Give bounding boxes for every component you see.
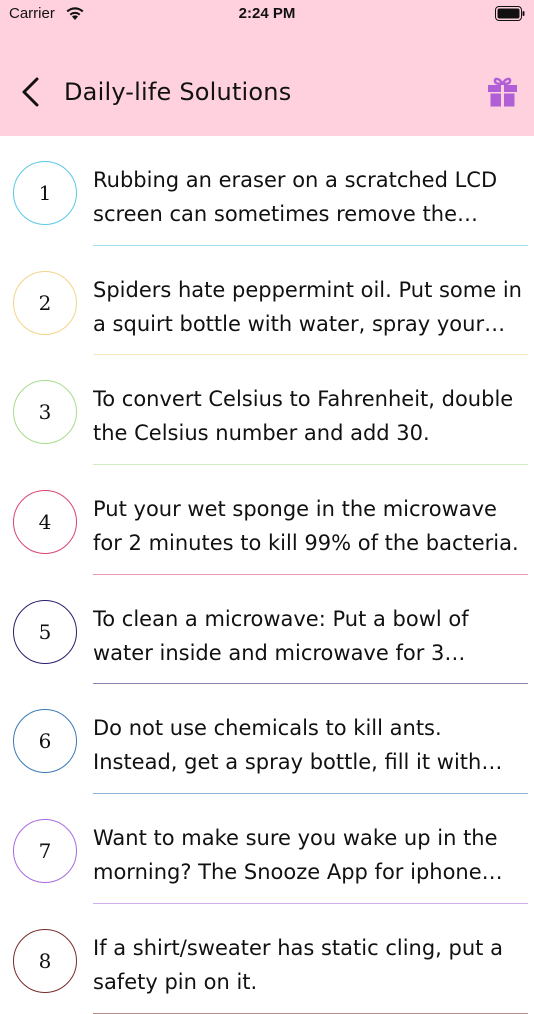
item-number-badge: 4 xyxy=(13,490,77,555)
status-bar: Carrier 2:24 PM xyxy=(0,0,534,30)
item-text: Do not use chemicals to kill ants. Inste… xyxy=(93,716,482,775)
item-text: Spiders hate peppermint oil. Put some in… xyxy=(93,277,522,336)
list-item[interactable]: 3 To convert Celsius to Fahrenheit, doub… xyxy=(0,355,534,466)
item-text: Want to make sure you wake up in the mor… xyxy=(93,826,498,885)
item-number-badge: 1 xyxy=(13,161,77,225)
item-number-badge: 5 xyxy=(13,599,77,664)
list-item[interactable]: 8 If a shirt/sweater has static cling, p… xyxy=(0,904,534,1014)
list-item[interactable]: 6 Do not use chemicals to kill ants. Ins… xyxy=(0,684,534,795)
list-item[interactable]: 2 Spiders hate peppermint oil. Put some … xyxy=(0,246,534,356)
list-item[interactable]: 7 Want to make sure you wake up in the m… xyxy=(0,794,534,904)
item-number-badge: 3 xyxy=(13,380,77,445)
item-text: To convert Celsius to Fahrenheit, double… xyxy=(93,387,514,446)
item-number-badge: 6 xyxy=(13,709,77,774)
gift-icon[interactable] xyxy=(486,75,519,108)
battery-icon xyxy=(495,6,525,21)
solutions-list: 1 Rubbing an eraser on a scratched LCD s… xyxy=(0,136,534,1014)
item-text: Put your wet sponge in the microwave for… xyxy=(93,497,519,556)
item-text: If a shirt/sweater has static cling, put… xyxy=(93,935,503,994)
list-item[interactable]: 5 To clean a microwave: Put a bowl of wa… xyxy=(0,575,534,685)
item-text: To clean a microwave: Put a bowl of wate… xyxy=(93,606,469,665)
chevron-left-icon[interactable] xyxy=(18,76,42,108)
item-number-badge: 8 xyxy=(13,928,77,993)
item-number-badge: 7 xyxy=(13,819,77,884)
item-number-badge: 2 xyxy=(13,270,77,335)
row-separator xyxy=(93,1012,528,1014)
item-text: Rubbing an eraser on a scratched LCD scr… xyxy=(93,168,498,226)
list-item[interactable]: 1 Rubbing an eraser on a scratched LCD s… xyxy=(0,136,534,246)
clock: 2:24 PM xyxy=(238,5,296,22)
header: Carrier 2:24 PM Daily-life Solutions xyxy=(0,0,534,136)
list-item[interactable]: 4 Put your wet sponge in the microwave f… xyxy=(0,465,534,575)
page-title: Daily-life Solutions xyxy=(64,78,292,106)
